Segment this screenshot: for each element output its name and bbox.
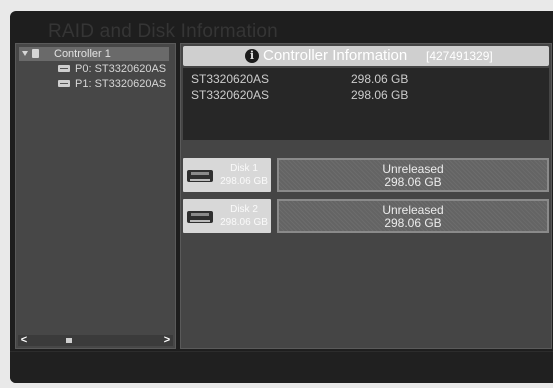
hard-disk-icon <box>58 80 70 87</box>
footer-bar <box>10 351 553 383</box>
disk-card-1[interactable]: Disk 1 298.06 GB <box>183 158 271 192</box>
controller-info-title: Controller Information <box>263 47 408 64</box>
scroll-right-button[interactable]: > <box>161 335 173 346</box>
summary-capacity: 298.06 GB <box>351 88 409 102</box>
expand-triangle-icon[interactable] <box>22 51 28 56</box>
disk-status-label: Unreleased <box>382 162 444 176</box>
tree-disk-label: P0: ST3320620AS <box>75 63 167 75</box>
disk-card-2[interactable]: Disk 2 298.06 GB <box>183 199 271 233</box>
controller-serial: [427491329] <box>426 49 493 63</box>
controller-info-header: i Controller Information [427491329] <box>183 46 549 66</box>
tree-disk-label: P1: ST3320620AS <box>75 78 167 90</box>
scroll-left-button[interactable]: < <box>18 335 30 346</box>
disk-status-1[interactable]: Unreleased 298.06 GB <box>277 158 549 192</box>
disk-name: Disk 2 <box>230 204 258 215</box>
disk-size: 298.06 GB <box>220 176 268 187</box>
disk-status-label: Unreleased <box>382 203 444 217</box>
disk-size: 298.06 GB <box>220 217 268 228</box>
info-icon: i <box>245 49 259 63</box>
disk-status-size: 298.06 GB <box>384 216 442 230</box>
scroll-thumb[interactable] <box>66 338 72 343</box>
horizontal-scrollbar[interactable]: < > <box>18 335 173 346</box>
disk-summary-list: ST3320620AS 298.06 GB ST3320620AS 298.06… <box>183 68 549 140</box>
summary-model: ST3320620AS <box>191 88 270 102</box>
tree-item-controller-1[interactable]: Controller 1 <box>19 47 169 61</box>
window-title: RAID and Disk Information <box>48 21 278 42</box>
controller-info-panel: i Controller Information [427491329] ST3… <box>180 43 552 349</box>
hard-disk-icon <box>187 211 213 223</box>
disk-status-2[interactable]: Unreleased 298.06 GB <box>277 199 549 233</box>
raid-info-window: RAID and Disk Information Controller 1 P… <box>10 11 553 383</box>
disk-status-size: 298.06 GB <box>384 175 442 189</box>
summary-model: ST3320620AS <box>191 72 270 86</box>
controller-label: Controller 1 <box>54 48 111 60</box>
summary-capacity: 298.06 GB <box>351 72 409 86</box>
controller-tree[interactable]: Controller 1 P0: ST3320620AS P1: ST33206… <box>15 43 176 349</box>
controller-icon <box>32 49 39 58</box>
hard-disk-icon <box>58 65 70 72</box>
hard-disk-icon <box>187 170 213 182</box>
disk-name: Disk 1 <box>230 163 258 174</box>
